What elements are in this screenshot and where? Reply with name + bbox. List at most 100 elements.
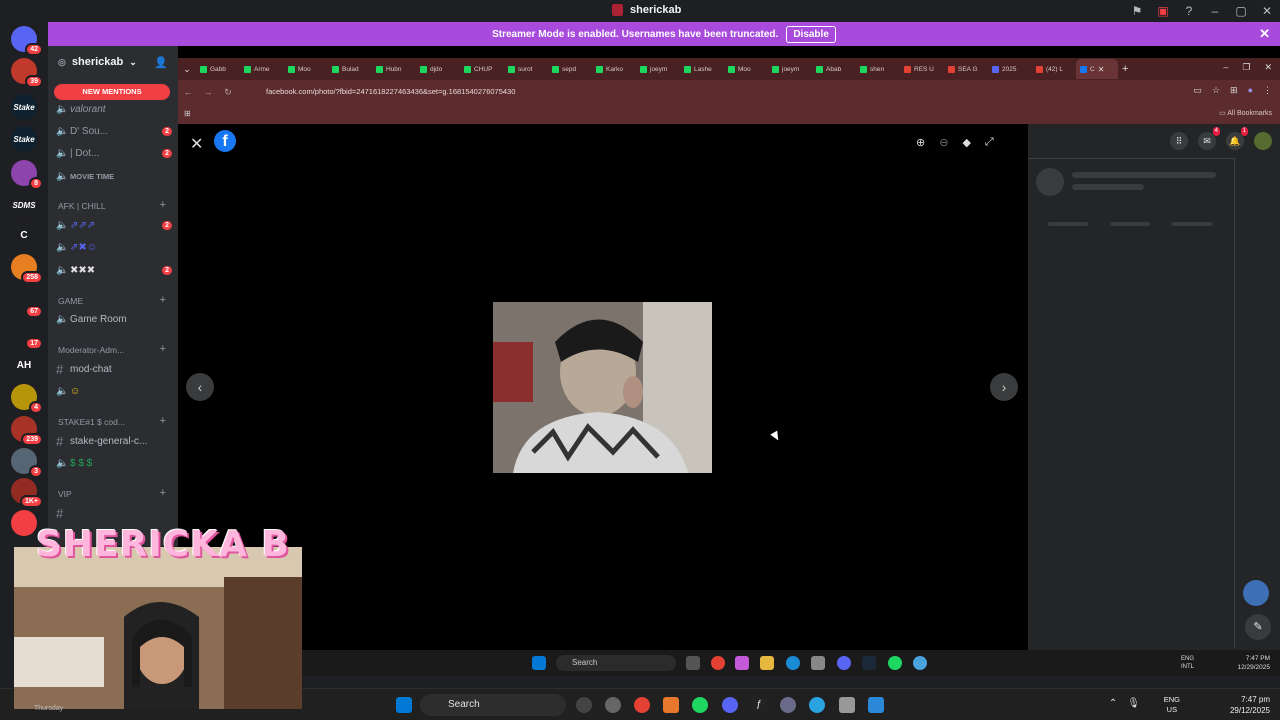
app-icon[interactable]: ƒ [751, 697, 767, 713]
browser-tab[interactable]: surot [504, 59, 548, 79]
browser-tab[interactable]: sepd [548, 59, 592, 79]
next-photo-button[interactable]: › [990, 373, 1018, 401]
server-icon[interactable]: AH [11, 352, 37, 378]
zoom-out-icon[interactable]: ⊖ [939, 136, 948, 149]
text-channel-vip[interactable]: # [56, 504, 174, 522]
bookmark-star-icon[interactable]: ☆ [1212, 85, 1220, 96]
server-icon[interactable]: 39 [11, 58, 43, 88]
back-icon[interactable]: ← [178, 87, 198, 97]
browser-tab[interactable]: Moo [724, 59, 768, 79]
taskbar-search-box[interactable]: Search [420, 694, 566, 716]
server-icon[interactable]: 1K+ [11, 478, 43, 508]
server-icon[interactable]: SDMS [11, 192, 37, 218]
server-icon[interactable]: 17 [11, 320, 43, 350]
apps-icon[interactable]: ⊞ [184, 109, 191, 118]
start-icon[interactable] [532, 656, 546, 670]
voice-channel-movie-time[interactable]: 🔈 MOVIE TIME [56, 167, 174, 185]
server-icon[interactable]: Stake [11, 126, 37, 152]
all-bookmarks[interactable]: ▭ All Bookmarks [1219, 109, 1272, 117]
voice-channel-afk-2[interactable]: 🔈 ⇗✖☺ [56, 238, 174, 256]
discord-icon[interactable] [837, 656, 851, 670]
inner-language-indicator[interactable]: ENG INTL [1181, 655, 1194, 671]
voice-channel-dsou[interactable]: 🔈 D' Sou... 2 [56, 122, 174, 140]
new-mentions-pill[interactable]: NEW MENTIONS [54, 84, 170, 100]
category-afk[interactable]: AFK | CHILL [58, 201, 106, 211]
server-icon[interactable]: 3 [11, 448, 43, 478]
minimize-icon[interactable]: – [1202, 0, 1228, 22]
chrome-icon[interactable] [634, 697, 650, 713]
add-channel-icon[interactable]: + [160, 487, 166, 499]
voice-channel-valorant[interactable]: 🔈 valorant [56, 100, 174, 118]
browser-tab[interactable]: joeym [768, 59, 812, 79]
account-avatar[interactable] [1254, 132, 1272, 150]
steam-icon[interactable] [862, 656, 876, 670]
chevron-up-icon[interactable]: ⌃ [1109, 698, 1117, 709]
text-channel-mod-chat[interactable]: # mod-chat [56, 360, 174, 378]
reload-icon[interactable]: ↻ [218, 87, 238, 98]
server-header[interactable]: ◎ sherickab ⌄ 👤 [48, 46, 178, 78]
add-channel-icon[interactable]: + [160, 415, 166, 427]
browser-tab[interactable]: (42) L [1032, 59, 1076, 79]
new-message-icon[interactable]: ✎ [1245, 614, 1271, 640]
invite-icon[interactable]: 👤 [154, 56, 168, 69]
category-vip[interactable]: VIP [58, 489, 72, 499]
app-icon[interactable] [913, 656, 927, 670]
prev-photo-button[interactable]: ‹ [186, 373, 214, 401]
voice-channel-game-room[interactable]: 🔈 Game Room [56, 310, 174, 328]
facebook-logo[interactable]: f [214, 130, 236, 152]
spotify-icon[interactable] [692, 697, 708, 713]
profile-avatar[interactable]: ● [1248, 85, 1253, 96]
tag-icon[interactable]: ◆ [962, 136, 970, 149]
browser-tab[interactable]: 2025 [988, 59, 1032, 79]
browser-tab[interactable]: Gabb [196, 59, 240, 79]
spotify-icon[interactable] [888, 656, 902, 670]
close-icon[interactable]: ✕ [1254, 0, 1280, 22]
fullscreen-icon[interactable]: ⤢ [985, 136, 994, 149]
browser-tab[interactable]: shen [856, 59, 900, 79]
browser-tab[interactable]: Hubn [372, 59, 416, 79]
browser-tab[interactable]: Lashe [680, 59, 724, 79]
server-icon[interactable]: 4 [11, 384, 43, 414]
disable-button[interactable]: Disable [786, 25, 836, 43]
server-icon[interactable]: 42 [11, 26, 43, 56]
category-stake[interactable]: STAKE#1 $ cod... [58, 417, 125, 427]
browser-tab[interactable]: SEA G [944, 59, 988, 79]
chat-avatar-bubble[interactable] [1243, 580, 1269, 606]
extensions-icon[interactable]: ⊞ [1230, 85, 1238, 96]
file-explorer-icon[interactable] [760, 656, 774, 670]
voice-channel-mod[interactable]: 🔈 ☺ [56, 382, 174, 400]
browser-tab[interactable]: RES U [900, 59, 944, 79]
browser-tab[interactable]: Bulad [328, 59, 372, 79]
server-icon[interactable]: 8 [11, 160, 43, 190]
app-icon[interactable] [663, 697, 679, 713]
server-icon[interactable]: 258 [11, 254, 43, 284]
category-game[interactable]: GAME [58, 296, 83, 306]
app-icon[interactable] [576, 697, 592, 713]
browser-tab[interactable]: C ✕ [1076, 59, 1118, 79]
copilot-icon[interactable] [735, 656, 749, 670]
store-icon[interactable] [811, 656, 825, 670]
text-channel-stake-general[interactable]: # stake-general-c... [56, 432, 174, 450]
browser-tab[interactable]: djdo [416, 59, 460, 79]
tab-close-icon[interactable]: ✕ [1098, 65, 1105, 74]
help-icon[interactable]: ? [1176, 0, 1202, 22]
category-moderator[interactable]: Moderator-Adm... [58, 345, 124, 355]
browser-tab[interactable]: Moo [284, 59, 328, 79]
browser-tab[interactable]: Karko [592, 59, 636, 79]
server-icon[interactable]: 67 [11, 288, 43, 318]
language-indicator[interactable]: ENG US [1164, 695, 1180, 715]
server-icon[interactable] [11, 510, 37, 536]
voice-channel-dot[interactable]: 🔈 | Dot... 2 [56, 144, 174, 162]
add-channel-icon[interactable]: + [160, 343, 166, 355]
menu-icon[interactable]: ⋮ [1263, 85, 1272, 96]
clock[interactable]: 7:47 pm 29/12/2025 [1230, 694, 1270, 716]
add-channel-icon[interactable]: + [160, 294, 166, 306]
task-view-icon[interactable] [686, 656, 700, 670]
new-tab-icon[interactable]: + [1122, 63, 1128, 75]
inner-search-box[interactable]: Search [556, 655, 676, 671]
url-field[interactable]: facebook.com/photo/?fbid=247161822746343… [266, 85, 1106, 99]
add-channel-icon[interactable]: + [160, 199, 166, 211]
chrome-icon[interactable] [711, 656, 725, 670]
telegram-icon[interactable] [809, 697, 825, 713]
server-icon[interactable]: C [11, 222, 37, 248]
